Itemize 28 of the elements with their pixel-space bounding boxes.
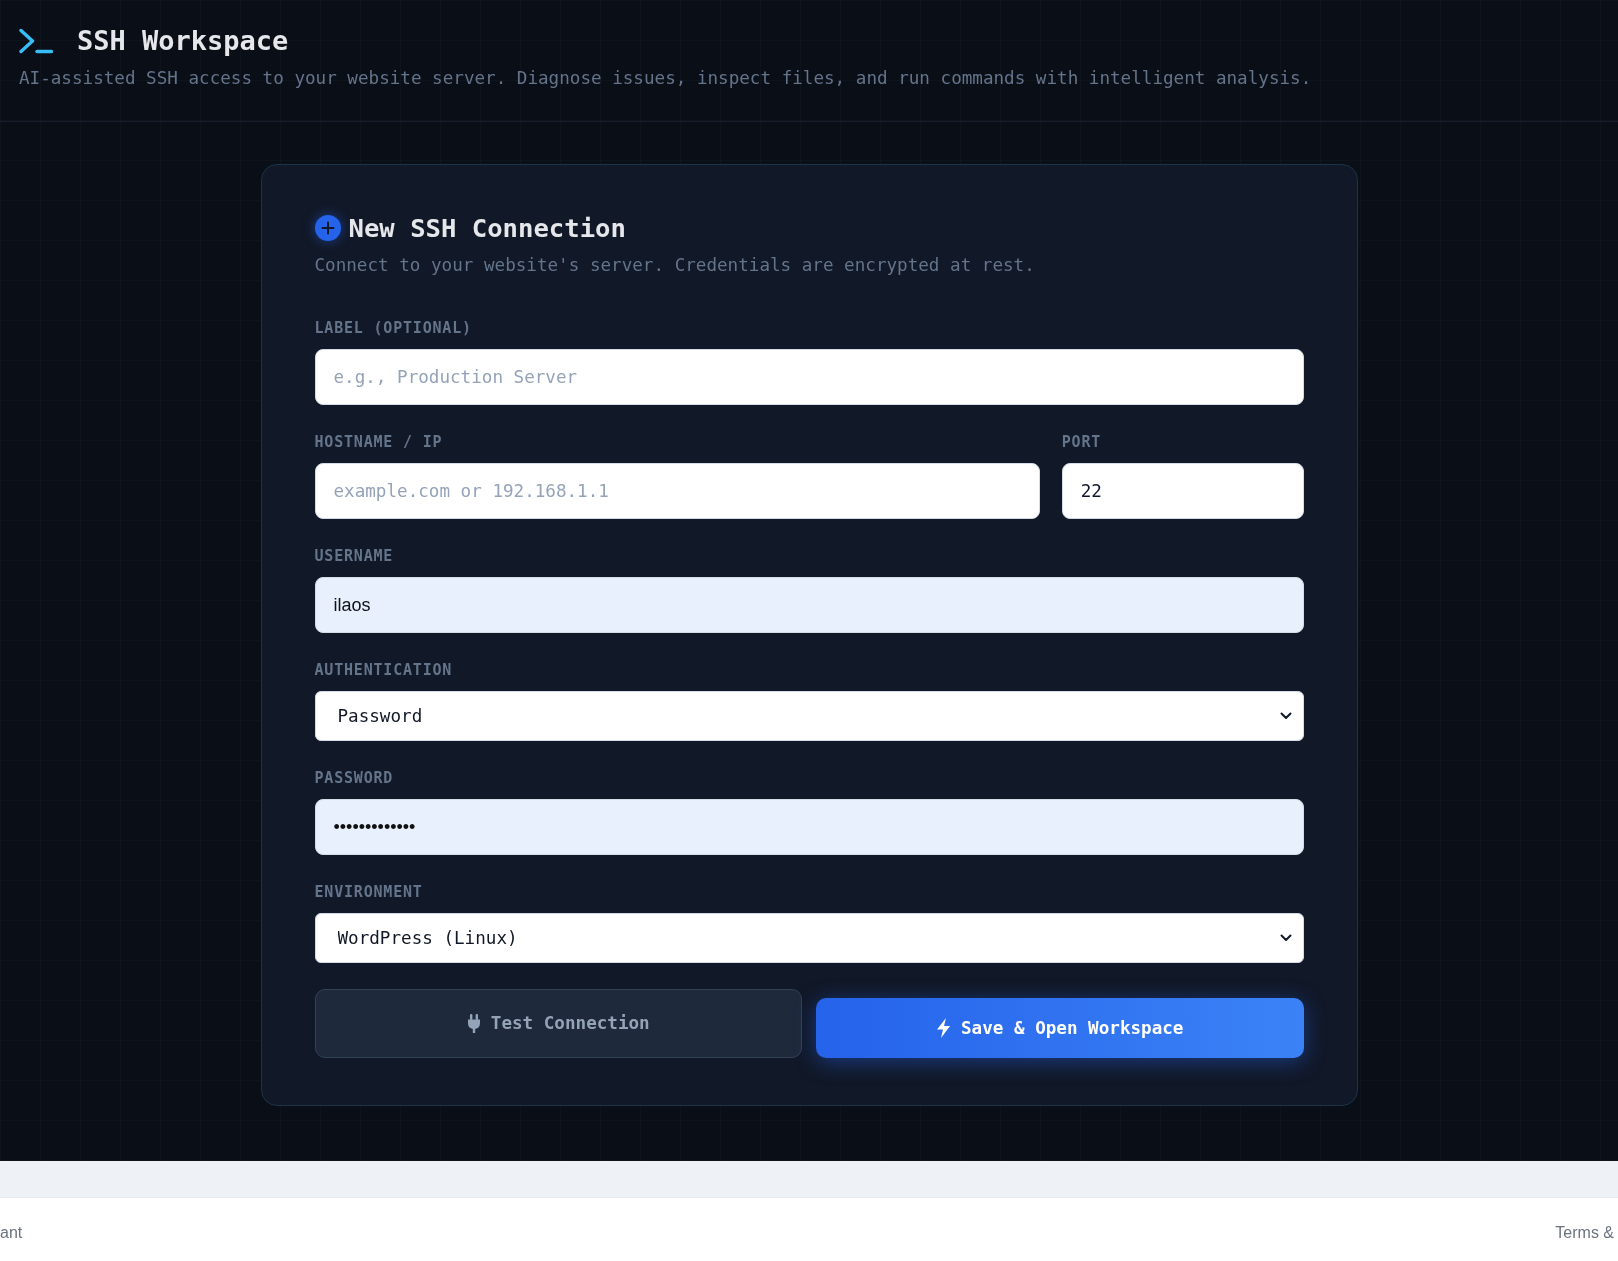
field-label: PORT bbox=[1061, 432, 1103, 453]
card-subtitle: Connect to your website's server. Credentials are encrypted at rest. bbox=[314, 254, 1036, 277]
input-field[interactable]: 22 bbox=[1061, 463, 1304, 519]
footer-link[interactable]: Terms & bbox=[1555, 1220, 1614, 1245]
app-subtitle: AI-assisted SSH access to your website server. Diagnose issues, inspect files, and run commands with intelligent analysis. bbox=[19, 67, 1313, 90]
input-field[interactable]: example.com or 192.168.1.1 bbox=[314, 463, 1040, 519]
input-field[interactable]: ilaos bbox=[314, 577, 1304, 633]
input-field[interactable]: ••••••••••••• bbox=[314, 799, 1304, 855]
field-label: LABEL (OPTIONAL) bbox=[314, 318, 473, 339]
plug-icon bbox=[466, 1014, 481, 1033]
plus-icon bbox=[314, 215, 341, 241]
footer-text: ant bbox=[0, 1222, 23, 1243]
dropdown-field[interactable]: Password bbox=[314, 691, 1304, 741]
lightning-icon bbox=[936, 1018, 951, 1038]
test-connection-button[interactable]: Test Connection bbox=[314, 989, 802, 1058]
field-label: AUTHENTICATION bbox=[314, 660, 454, 681]
field-label: USERNAME bbox=[314, 546, 395, 567]
field-label: HOSTNAME / IP bbox=[314, 432, 444, 453]
save-open-button[interactable]: Save & Open Workspace bbox=[816, 998, 1304, 1058]
dropdown-field[interactable]: WordPress (Linux) bbox=[314, 913, 1304, 963]
input-field[interactable]: e.g., Production Server bbox=[314, 349, 1304, 405]
chevron-down-icon bbox=[1279, 712, 1292, 720]
app-title: SSH Workspace bbox=[77, 24, 289, 58]
field-label: PASSWORD bbox=[314, 768, 395, 789]
field-label: ENVIRONMENT bbox=[314, 882, 424, 903]
card-title: New SSH Connection bbox=[348, 212, 626, 245]
terminal-prompt-icon bbox=[19, 28, 53, 54]
chevron-down-icon bbox=[1279, 934, 1292, 942]
